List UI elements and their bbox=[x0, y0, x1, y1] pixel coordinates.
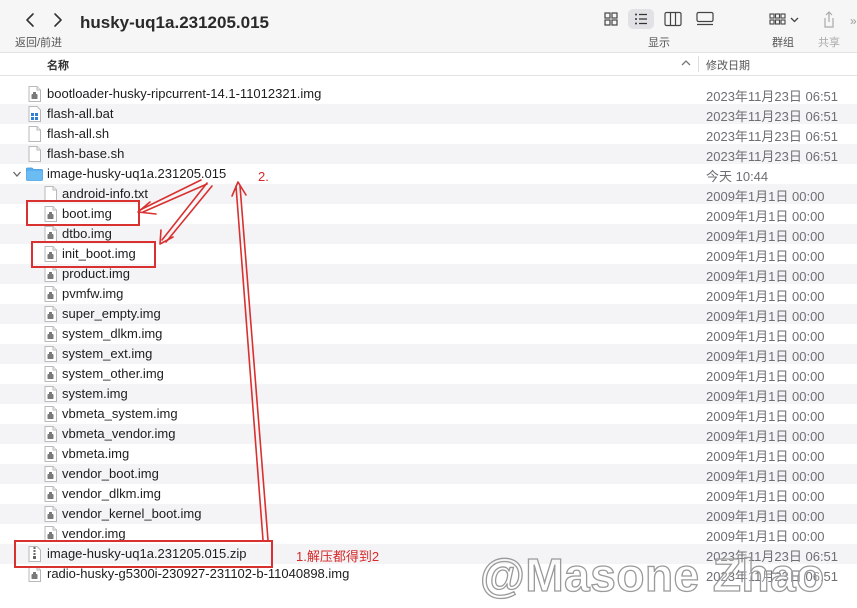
annotation-step-2: 2. bbox=[258, 169, 269, 184]
watermark: @Masone Zhao bbox=[479, 548, 825, 601]
annotation-arrows bbox=[137, 179, 269, 541]
annotation-step-1: 1.解压都得到2 bbox=[296, 549, 380, 564]
